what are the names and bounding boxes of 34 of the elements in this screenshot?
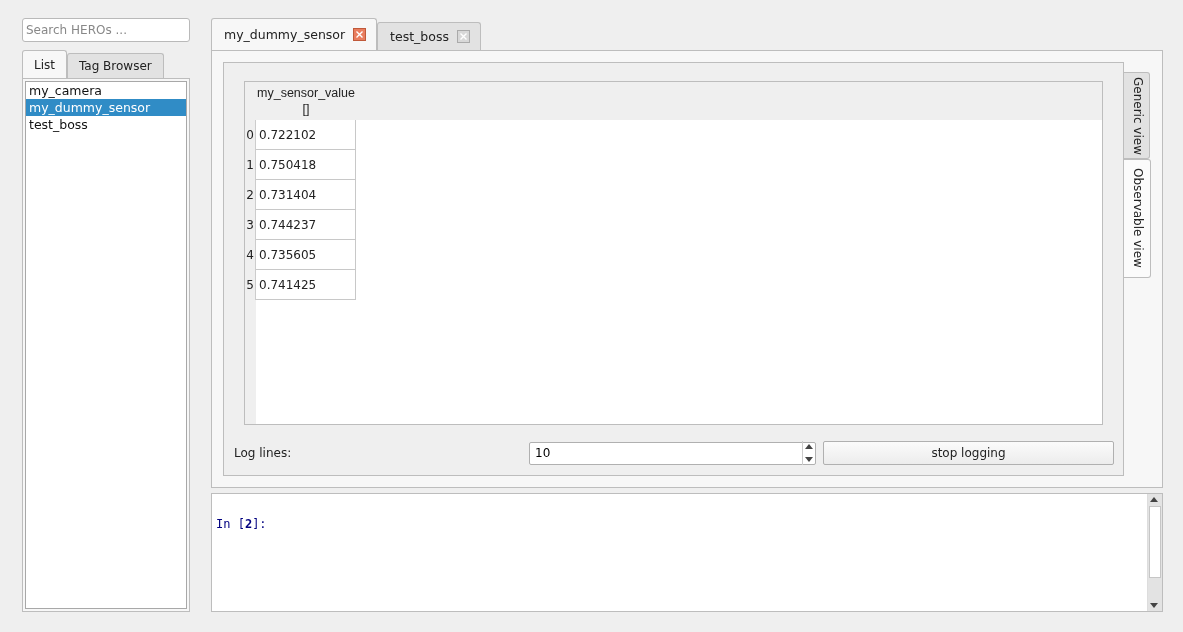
table-cell: 0.744237 bbox=[256, 210, 356, 240]
tab[interactable]: Observable view bbox=[1124, 159, 1151, 278]
row-header: 1 bbox=[245, 150, 256, 180]
column-header: my_sensor_value [] bbox=[256, 85, 356, 118]
tab[interactable]: my_dummy_sensor bbox=[211, 18, 378, 50]
log-lines-label: Log lines: bbox=[234, 446, 293, 460]
log-lines-spinbox[interactable]: 10 bbox=[529, 441, 816, 465]
table-cell: 0.735605 bbox=[256, 240, 356, 270]
row-header: 4 bbox=[245, 240, 256, 270]
stop-logging-button[interactable]: stop logging bbox=[823, 441, 1114, 465]
table-cell: 0.722102 bbox=[256, 120, 356, 150]
search-field[interactable]: Search HEROs ... bbox=[22, 18, 190, 42]
list-item[interactable]: my_dummy_sensor bbox=[26, 99, 186, 116]
row-header: 2 bbox=[245, 180, 256, 210]
list-item[interactable]: test_boss bbox=[26, 116, 186, 133]
console-prompt: In [2]: bbox=[216, 517, 267, 531]
close-icon[interactable] bbox=[353, 28, 367, 41]
tab-label: my_dummy_sensor bbox=[224, 27, 346, 42]
table-cell: 0.731404 bbox=[256, 180, 356, 210]
table-cell: 0.741425 bbox=[256, 270, 356, 300]
tab[interactable]: List bbox=[22, 50, 67, 78]
tab[interactable]: test_boss bbox=[377, 22, 481, 50]
row-header: 0 bbox=[245, 120, 256, 150]
tab-label: test_boss bbox=[390, 29, 449, 44]
list-item[interactable]: my_camera bbox=[26, 82, 186, 99]
table-cell: 0.750418 bbox=[256, 150, 356, 180]
console[interactable]: In [2]: bbox=[211, 493, 1163, 612]
scrollbar-thumb[interactable] bbox=[1149, 506, 1161, 578]
log-lines-input[interactable]: 10 bbox=[530, 445, 802, 461]
row-header: 5 bbox=[245, 270, 256, 300]
row-header: 3 bbox=[245, 210, 256, 240]
scrollbar[interactable] bbox=[1147, 494, 1162, 611]
tab[interactable]: Generic view bbox=[1124, 72, 1150, 159]
tab[interactable]: Tag Browser bbox=[67, 53, 164, 78]
